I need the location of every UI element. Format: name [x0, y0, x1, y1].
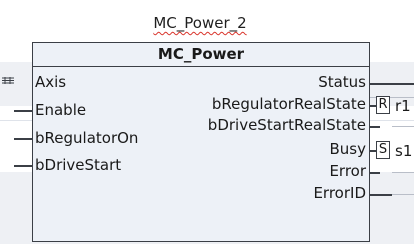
output-wire-error-extension [392, 172, 414, 173]
output-wire-errorid[interactable] [370, 194, 392, 196]
output-wire-bdrivestartrealstate-extension [392, 126, 414, 127]
input-wire-bregulatoron[interactable] [14, 138, 32, 140]
output-variable-r1[interactable]: r1 [395, 97, 411, 115]
instance-name-label[interactable]: MC_Power_2 [0, 14, 400, 32]
output-pin-errorid[interactable]: ErrorID [313, 184, 366, 202]
output-pin-status[interactable]: Status [318, 73, 366, 91]
function-block-mc-power[interactable]: MC_Power Axis Enable bRegulatorOn bDrive… [32, 42, 370, 242]
reset-coil-flag[interactable]: R [376, 96, 390, 114]
output-pin-error[interactable]: Error [329, 162, 366, 180]
output-pin-bdrivestartrealstate[interactable]: bDriveStartRealState [208, 116, 366, 134]
input-pin-bregulatoron[interactable]: bRegulatorOn [35, 129, 138, 147]
instance-name-text[interactable]: MC_Power_2 [153, 14, 246, 32]
input-pin-enable[interactable]: Enable [35, 101, 86, 119]
output-variable-s1[interactable]: s1 [395, 142, 412, 160]
input-wire-enable[interactable] [14, 110, 32, 112]
input-wire-bdrivestart[interactable] [14, 165, 32, 167]
output-wire-error[interactable] [370, 172, 380, 174]
output-wire-errorid-extension [392, 194, 414, 195]
input-pin-bdrivestart[interactable]: bDriveStart [35, 156, 121, 174]
function-block-type-name: MC_Power [33, 43, 369, 67]
input-pin-axis[interactable]: Axis [35, 73, 66, 91]
reference-connector-icon [2, 77, 14, 84]
output-wire-bdrivestartrealstate[interactable] [370, 126, 380, 128]
output-pin-bregulatorrealstate[interactable]: bRegulatorRealState [212, 95, 366, 113]
output-pin-busy[interactable]: Busy [330, 140, 367, 158]
set-coil-flag[interactable]: S [376, 141, 390, 159]
output-wire-status[interactable] [370, 83, 414, 85]
